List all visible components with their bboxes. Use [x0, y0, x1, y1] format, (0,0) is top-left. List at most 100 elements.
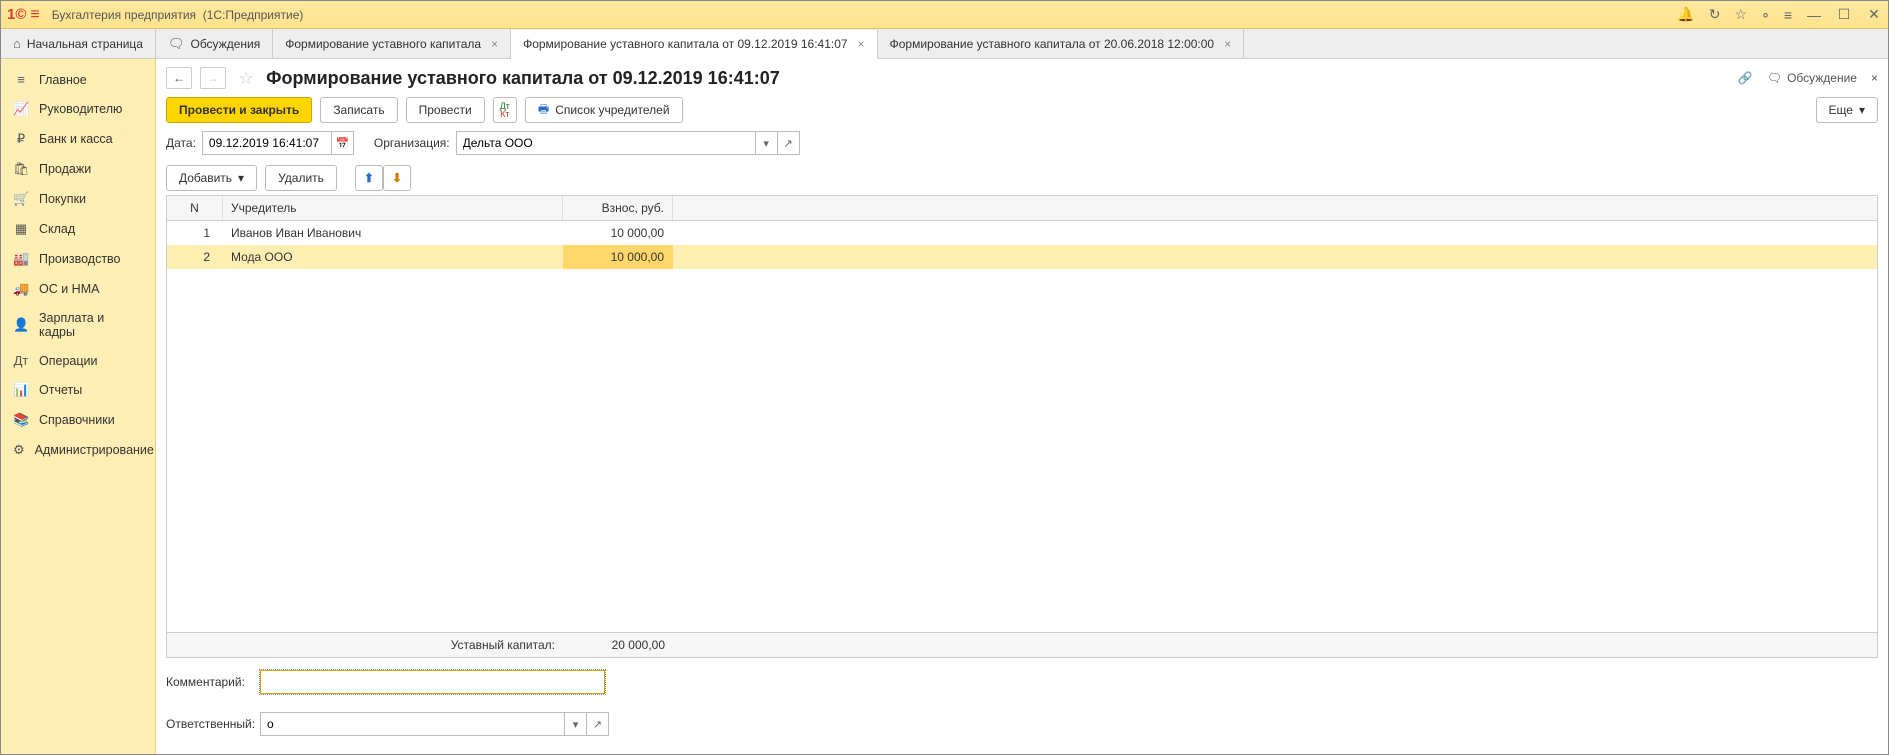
dtkt-button[interactable]: ДтКт [493, 97, 517, 123]
app-name: Бухгалтерия предприятия [52, 8, 196, 22]
print-icon: 🖶 [538, 100, 549, 121]
sidebar-item-manager[interactable]: 📈Руководителю [1, 94, 155, 124]
post-button[interactable]: Провести [406, 97, 485, 123]
responsible-input[interactable] [260, 712, 565, 736]
post-and-close-button[interactable]: Провести и закрыть [166, 97, 312, 123]
form-line: Дата: 📅 Организация: ▾ ↗ [166, 131, 1878, 155]
chevron-down-icon[interactable]: ▾ [565, 712, 587, 736]
filter-icon[interactable]: ≡ [1784, 7, 1792, 23]
chevron-down-icon: ▾ [238, 171, 244, 185]
sidebar-item-label: Зарплата и кадры [39, 311, 143, 339]
sidebar-item-production[interactable]: 🏭Производство [1, 244, 155, 274]
maximize-button[interactable]: ☐ [1836, 7, 1852, 23]
move-up-button[interactable]: ⬆ [355, 165, 383, 191]
more-label: Еще [1829, 103, 1853, 117]
forward-button[interactable]: → [200, 67, 226, 89]
sidebar-item-assets[interactable]: 🚚ОС и НМА [1, 274, 155, 304]
close-button[interactable]: ✕ [1866, 7, 1882, 23]
table-row[interactable]: 2 Мода ООО 10 000,00 [167, 245, 1877, 269]
chat-icon: 🗨 [168, 36, 185, 52]
table-toolbar: Добавить ▾ Удалить ⬆ ⬇ [166, 165, 1878, 191]
org-input[interactable] [456, 131, 756, 155]
sidebar-item-bank[interactable]: ₽Банк и касса [1, 124, 155, 154]
sidebar-item-label: Производство [39, 252, 121, 266]
grid-icon: ▦ [13, 221, 29, 237]
sidebar-item-catalogs[interactable]: 📚Справочники [1, 405, 155, 435]
bottom-form: Комментарий: Ответственный: ▾ ↗ [166, 670, 1878, 746]
link-icon[interactable]: 🔗 [1738, 71, 1753, 85]
dot-icon[interactable]: ∘ [1761, 6, 1770, 23]
close-tab-icon[interactable]: × [491, 37, 498, 51]
menu-icon: ≡ [13, 72, 29, 87]
open-icon[interactable]: ↗ [587, 712, 609, 736]
sidebar-item-admin[interactable]: ⚙Администрирование [1, 435, 155, 465]
app-title: Бухгалтерия предприятия (1С:Предприятие) [52, 8, 304, 22]
tab-doc-3[interactable]: Формирование уставного капитала от 20.06… [878, 29, 1245, 58]
titlebar: 1© ≡ Бухгалтерия предприятия (1С:Предпри… [1, 1, 1888, 29]
more-button[interactable]: Еще ▾ [1816, 97, 1878, 123]
footer-total: 20 000,00 [563, 633, 673, 657]
books-icon: 📚 [13, 412, 29, 428]
sidebar-item-warehouse[interactable]: ▦Склад [1, 214, 155, 244]
home-icon: ⌂ [13, 36, 21, 51]
minimize-button[interactable]: — [1806, 7, 1822, 23]
open-icon[interactable]: ↗ [778, 131, 800, 155]
chevron-down-icon[interactable]: ▾ [756, 131, 778, 155]
dtkt-icon: Дт [13, 353, 29, 368]
sidebar-item-reports[interactable]: 📊Отчеты [1, 375, 155, 405]
founders-list-button[interactable]: 🖶 Список учредителей [525, 97, 683, 123]
back-button[interactable]: ← [166, 67, 192, 89]
person-icon: 👤 [13, 317, 29, 333]
move-down-button[interactable]: ⬇ [383, 165, 411, 191]
col-header-n[interactable]: N [167, 196, 223, 220]
save-button[interactable]: Записать [320, 97, 397, 123]
close-page-icon[interactable]: × [1871, 71, 1878, 85]
tabbar: ⌂ Начальная страница 🗨 Обсуждения Формир… [1, 29, 1888, 59]
sidebar: ≡ Главное 📈Руководителю ₽Банк и касса 🛍 Пр… [1, 59, 156, 754]
tab-doc-1[interactable]: Формирование уставного капитала × [273, 29, 511, 58]
founders-grid: N Учредитель Взнос, руб. 1 Иванов Иван И… [166, 195, 1878, 658]
sidebar-item-label: Покупки [39, 192, 86, 206]
bag-icon: 🛍 [13, 161, 29, 177]
delete-row-button[interactable]: Удалить [265, 165, 337, 191]
sidebar-item-purchases[interactable]: 🛒Покупки [1, 184, 155, 214]
gear-icon: ⚙ [13, 442, 25, 458]
chevron-down-icon: ▾ [1859, 103, 1865, 117]
responsible-row: Ответственный: ▾ ↗ [166, 712, 1878, 736]
close-tab-icon[interactable]: × [1224, 37, 1231, 51]
comment-label: Комментарий: [166, 675, 254, 689]
sidebar-item-hr[interactable]: 👤 Зарплата и кадры [1, 304, 155, 346]
history-icon[interactable]: ↻ [1709, 6, 1721, 23]
dtkt-icon: ДтКт [500, 102, 510, 118]
comment-row: Комментарий: [166, 670, 1878, 694]
comment-input[interactable] [260, 670, 605, 694]
barchart-icon: 📊 [13, 382, 29, 398]
tab-doc-2[interactable]: Формирование уставного капитала от 09.12… [511, 30, 878, 59]
calendar-icon[interactable]: 📅 [332, 131, 354, 155]
col-header-founder[interactable]: Учредитель [223, 196, 563, 220]
tab-discussions[interactable]: 🗨 Обсуждения [156, 29, 273, 58]
sidebar-item-operations[interactable]: ДтОперации [1, 346, 155, 375]
sidebar-item-label: Продажи [39, 162, 91, 176]
date-label: Дата: [166, 136, 196, 150]
engine-name: (1С:Предприятие) [203, 8, 304, 22]
date-input[interactable] [202, 131, 332, 155]
tab-home[interactable]: ⌂ Начальная страница [1, 29, 156, 58]
sidebar-item-sales[interactable]: 🛍 Продажи [1, 154, 155, 184]
menu-icon[interactable]: ≡ [30, 6, 39, 24]
ruble-icon: ₽ [13, 131, 29, 147]
close-tab-icon[interactable]: × [858, 37, 865, 51]
discussion-link[interactable]: 🗨 Обсуждение [1767, 71, 1857, 85]
table-row[interactable]: 1 Иванов Иван Иванович 10 000,00 [167, 221, 1877, 245]
sidebar-item-main[interactable]: ≡ Главное [1, 65, 155, 94]
favorite-icon[interactable]: ☆ [238, 68, 254, 89]
add-row-button[interactable]: Добавить ▾ [166, 165, 257, 191]
tab-label: Начальная страница [27, 37, 143, 51]
sidebar-item-label: Главное [39, 73, 87, 87]
tab-label: Формирование уставного капитала [285, 37, 481, 51]
cell-amount: 10 000,00 [563, 221, 673, 245]
star-icon[interactable]: ☆ [1735, 6, 1748, 23]
org-field-group: ▾ ↗ [456, 131, 800, 155]
col-header-amount[interactable]: Взнос, руб. [563, 196, 673, 220]
bell-icon[interactable]: 🔔 [1677, 6, 1694, 23]
